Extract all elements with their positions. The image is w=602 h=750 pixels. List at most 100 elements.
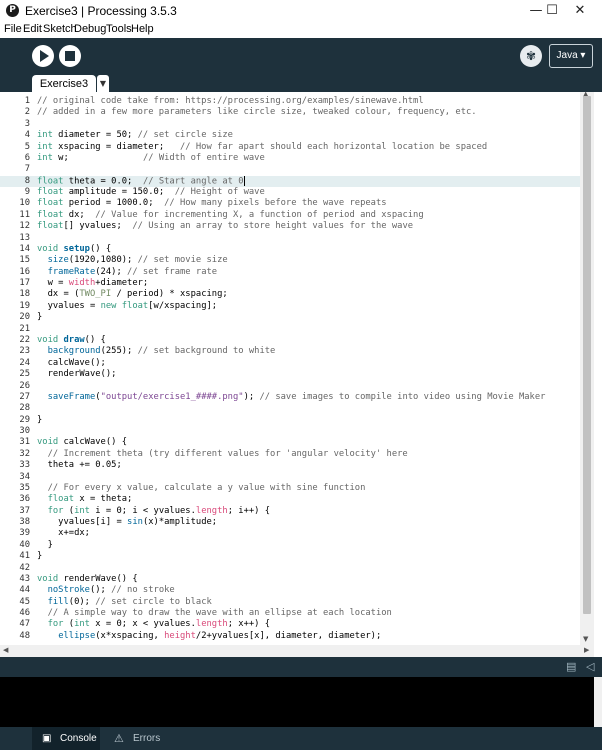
code-line[interactable]: 48 ellipse(x*xspacing, height/2+yvalues[… (0, 631, 580, 642)
code-line[interactable]: 34 (0, 472, 580, 483)
code-line[interactable]: 24 calcWave(); (0, 358, 580, 369)
line-number: 8 (24, 175, 30, 186)
code-editor[interactable]: 1 // original code take from: https://pro… (0, 92, 580, 645)
code-line[interactable]: 37 for (int i = 0; i < yvalues.length; i… (0, 506, 580, 517)
code-token: float (121, 300, 149, 311)
console-scrollbar[interactable] (594, 677, 602, 727)
code-line[interactable]: 19 yvalues = new float[w/xspacing]; (0, 301, 580, 312)
debugger-button[interactable]: ✾ (520, 45, 542, 67)
line-number: 21 (19, 323, 30, 334)
code-line[interactable]: 33 theta += 0.05; (0, 460, 580, 471)
code-token: ( (63, 505, 75, 516)
code-token: x+=dx; (37, 528, 90, 539)
vertical-scroll-thumb[interactable] (583, 96, 591, 614)
close-button[interactable]: ✕ (558, 0, 602, 22)
code-line[interactable]: 17 w = width+diameter; (0, 278, 580, 289)
console-icon: ▣ (42, 733, 52, 744)
code-token: w = (37, 278, 69, 289)
code-line[interactable]: 21 (0, 324, 580, 335)
tab-exercise3[interactable]: Exercise3 (32, 75, 96, 92)
line-number: 25 (19, 369, 30, 380)
horizontal-scrollbar[interactable]: ◀ ▶ (0, 645, 594, 657)
code-line[interactable]: 23 background(255); // set background to… (0, 346, 580, 357)
code-token: int (37, 130, 53, 141)
code-token: x = theta; (74, 494, 133, 505)
code-line[interactable]: 22 void draw() { (0, 335, 580, 346)
console-tab[interactable]: ▣ Console (32, 727, 100, 750)
console-output[interactable] (0, 677, 594, 727)
code-line[interactable]: 29} (0, 415, 580, 426)
line-number: 39 (19, 528, 30, 539)
chevron-down-icon: ▼ (99, 79, 107, 88)
code-line[interactable]: 44 noStroke(); // no stroke (0, 585, 580, 596)
code-line[interactable]: 42 (0, 563, 580, 574)
code-line[interactable]: 28 (0, 403, 580, 414)
menu-tools[interactable]: Tools (106, 23, 132, 35)
code-token: height (164, 630, 196, 641)
scroll-down-icon[interactable]: ▼ (583, 635, 588, 643)
code-line[interactable]: 46 // A simple way to draw the wave with… (0, 608, 580, 619)
code-token: } (37, 539, 53, 550)
code-line[interactable]: 36 float x = theta; (0, 494, 580, 505)
scroll-right-icon[interactable]: ▶ (584, 646, 589, 654)
code-line[interactable]: 43 void renderWave() { (0, 574, 580, 585)
code-line[interactable]: 12 float[] yvalues; // Using an array to … (0, 221, 580, 232)
code-line[interactable]: 35 // For every x value, calculate a y v… (0, 483, 580, 494)
mode-selector[interactable]: Java ▾ (549, 44, 593, 68)
code-line[interactable]: 25 renderWave(); (0, 369, 580, 380)
code-line[interactable]: 4 int diameter = 50; // set circle size (0, 130, 580, 141)
collapse-arrow-icon[interactable]: ◁ (586, 660, 594, 673)
line-number: 27 (19, 391, 30, 402)
code-line[interactable]: 38 yvalues[i] = sin(x)*amplitude; (0, 517, 580, 528)
code-line[interactable]: 26 (0, 381, 580, 392)
code-line[interactable]: 32 // Increment theta (try different val… (0, 449, 580, 460)
code-token: for (47, 619, 64, 630)
line-number: 6 (24, 152, 30, 163)
code-line[interactable]: 3 (0, 119, 580, 130)
code-line[interactable]: 5 int xspacing = diameter; // How far apa… (0, 142, 580, 153)
code-line[interactable]: 18 dx = (TWO_PI / period) * xspacing; (0, 289, 580, 300)
code-text: theta += 0.05; (37, 460, 122, 471)
code-line[interactable]: 39 x+=dx; (0, 528, 580, 539)
line-number: 41 (19, 551, 30, 562)
code-line[interactable]: 15 size(1920,1080); // set movie size (0, 255, 580, 266)
code-line[interactable]: 20} (0, 312, 580, 323)
code-line[interactable]: 2 // added in a few more parameters like … (0, 107, 580, 118)
code-line[interactable]: 30 (0, 426, 580, 437)
scroll-left-icon[interactable]: ◀ (3, 646, 8, 654)
code-token: width (68, 278, 96, 289)
code-line[interactable]: 10 float period = 1000.0; // How many pix… (0, 198, 580, 209)
code-line[interactable]: 8 float theta = 0.0; // Start angle at 0 (0, 175, 580, 188)
menu-debug[interactable]: Debug (74, 23, 106, 35)
code-token: int (74, 619, 90, 630)
code-line[interactable]: 45 fill(0); // set circle to black (0, 597, 580, 608)
menu-edit[interactable]: Edit (23, 23, 42, 35)
code-line[interactable]: 9 float amplitude = 150.0; // Height of w… (0, 187, 580, 198)
code-line[interactable]: 7 (0, 164, 580, 175)
code-line[interactable]: 14 void setup() { (0, 244, 580, 255)
code-token: size (47, 255, 69, 266)
code-line[interactable]: 6 int w; // Width of entire wave (0, 153, 580, 164)
code-line[interactable]: 1 // original code take from: https://pro… (0, 96, 580, 107)
code-line[interactable]: 41} (0, 551, 580, 562)
code-line[interactable]: 40 } (0, 540, 580, 551)
code-token: float (37, 187, 64, 198)
code-line[interactable]: 13 (0, 233, 580, 244)
menu-help[interactable]: Help (131, 23, 154, 35)
code-line[interactable]: 27 saveFrame("output/exercise1_####.png"… (0, 392, 580, 403)
code-line[interactable]: 16 frameRate(24); // set frame rate (0, 267, 580, 278)
code-text: yvalues = new float[w/xspacing]; (37, 300, 218, 312)
stop-button[interactable] (59, 45, 81, 67)
line-number: 15 (19, 255, 30, 266)
errors-tab[interactable]: ⚠ Errors (108, 727, 168, 750)
code-line[interactable]: 47 for (int x = 0; x < yvalues.length; x… (0, 619, 580, 630)
code-line[interactable]: 11 float dx; // Value for incrementing X,… (0, 210, 580, 221)
menu-sketch[interactable]: Sketch (43, 23, 77, 35)
code-line[interactable]: 31 void calcWave() { (0, 437, 580, 448)
tab-menu-button[interactable]: ▼ (97, 75, 109, 92)
run-button[interactable] (32, 45, 54, 67)
line-number: 18 (19, 289, 30, 300)
menu-file[interactable]: File (4, 23, 22, 35)
document-icon[interactable]: ▤ (566, 660, 576, 673)
